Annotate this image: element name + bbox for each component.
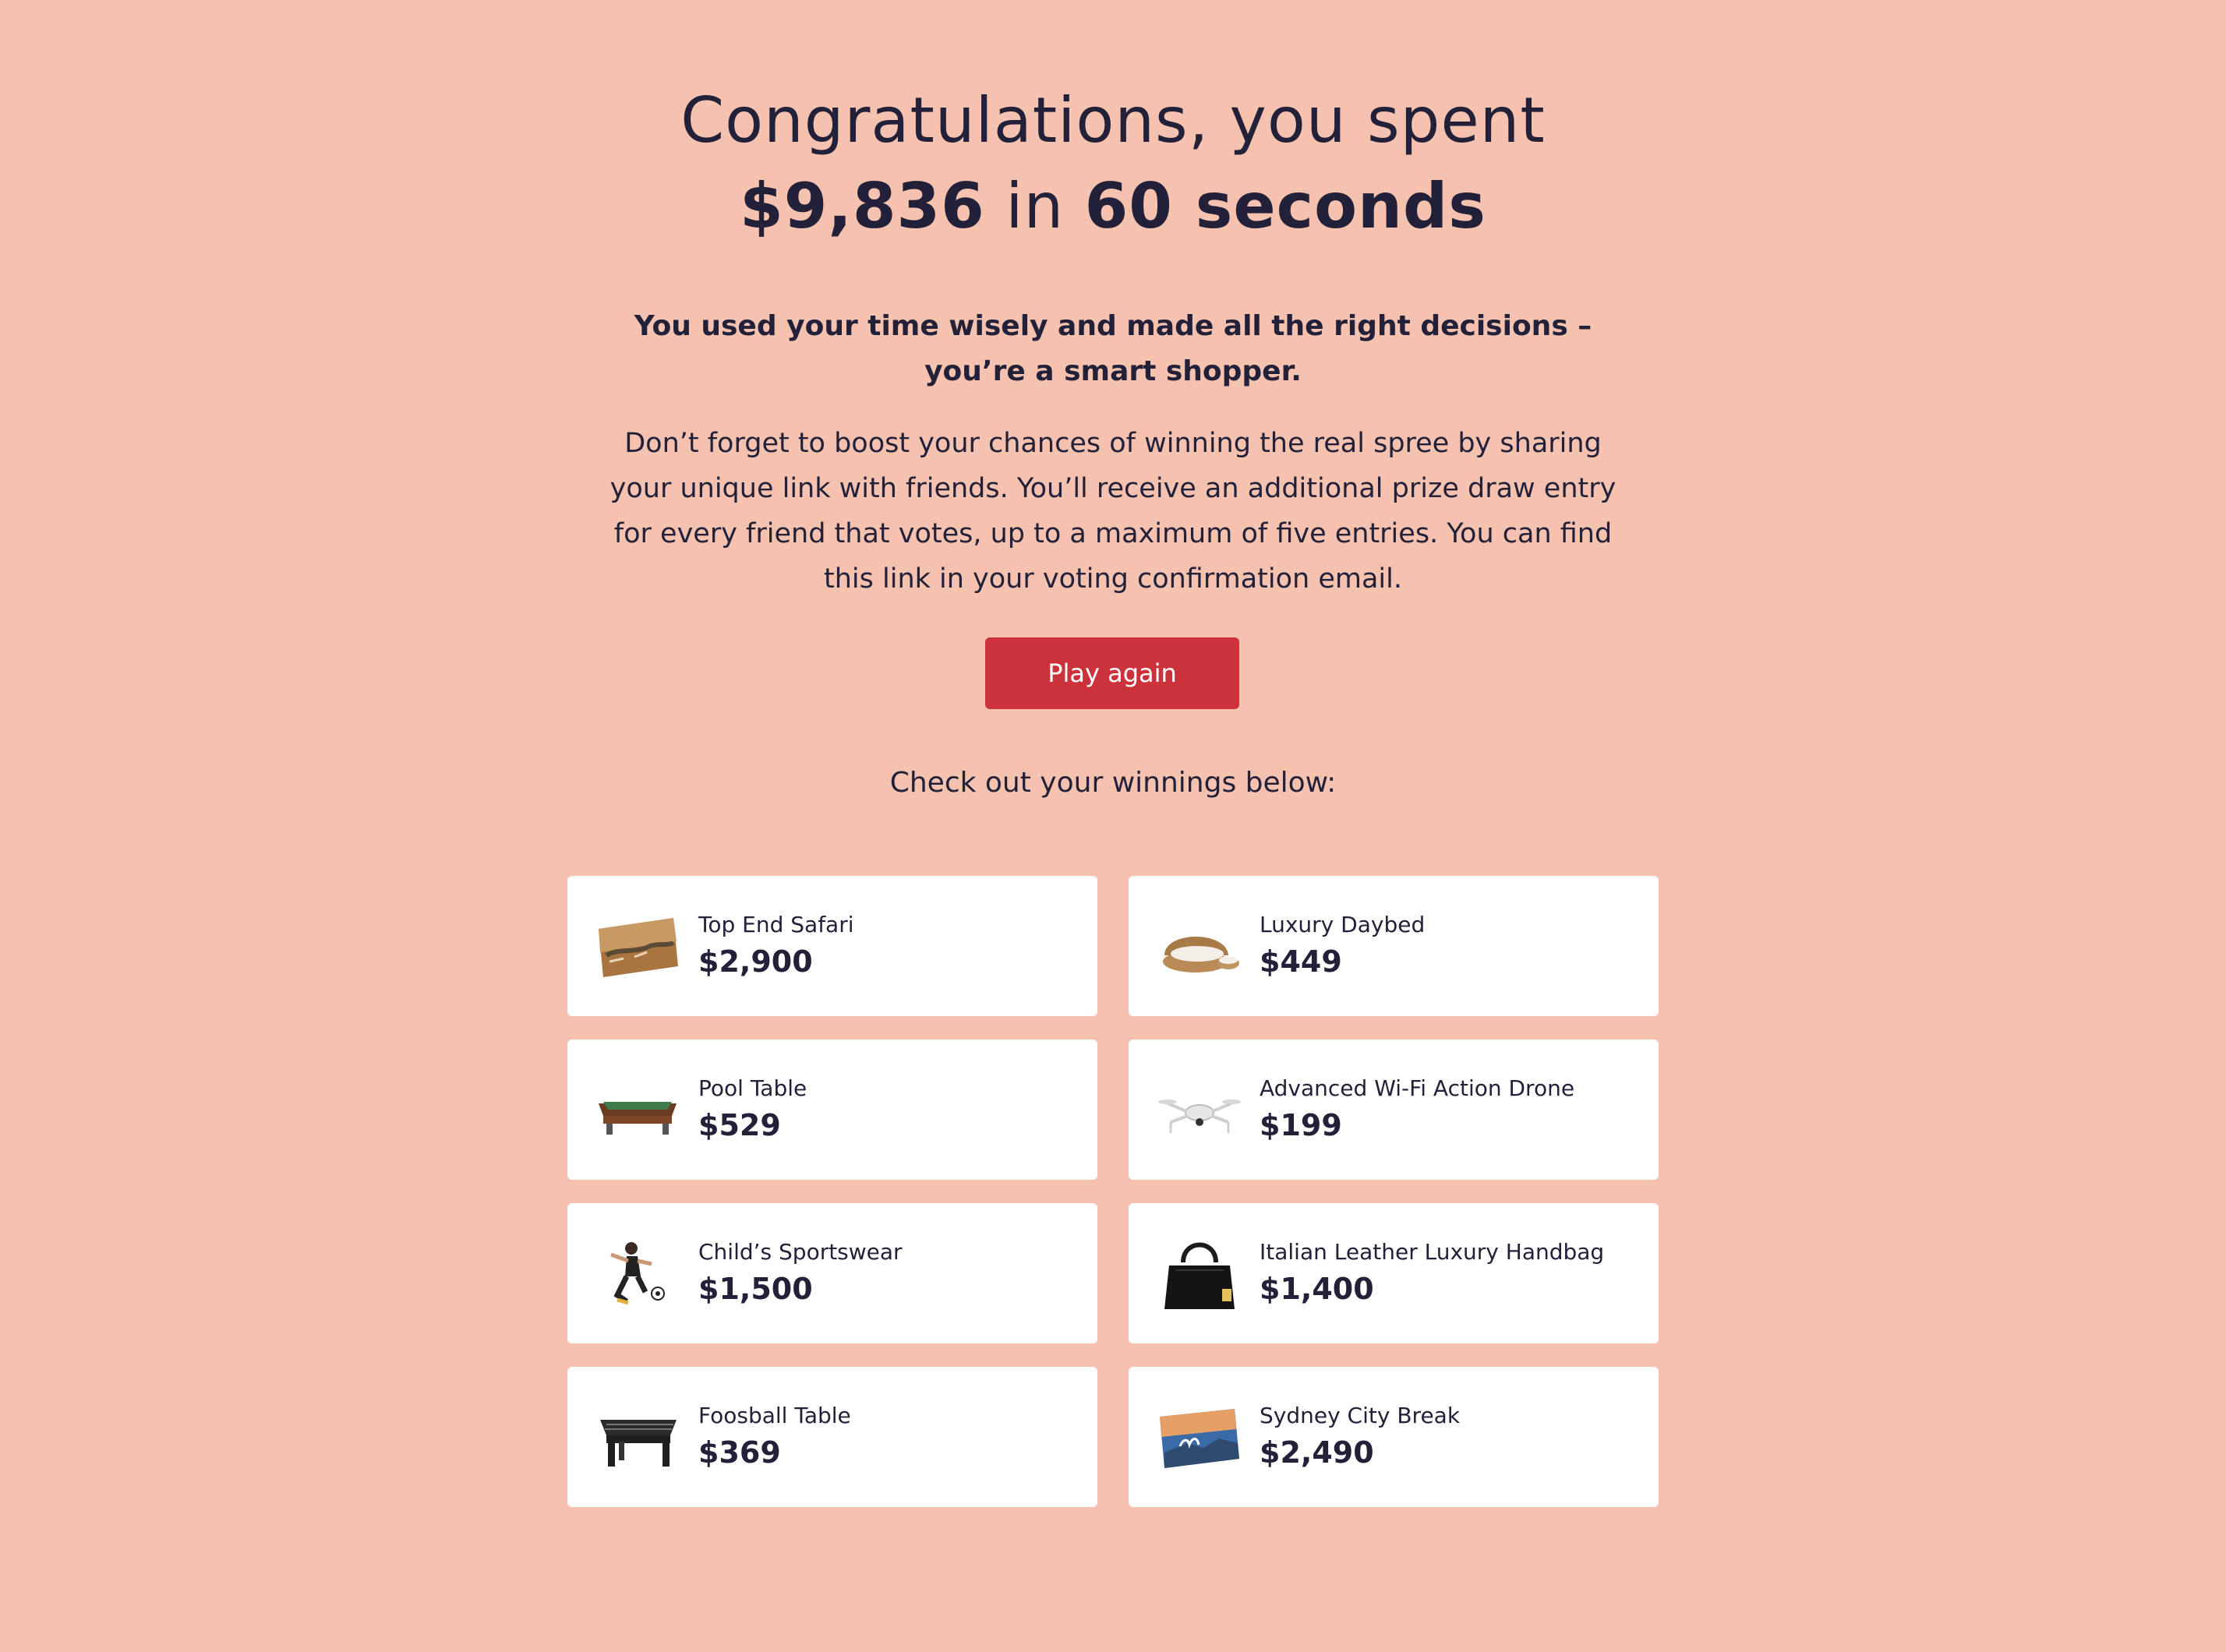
headline: Congratulations, you spent $9,836 in 60 … xyxy=(0,78,2226,249)
prize-name: Luxury Daybed xyxy=(1260,912,1426,937)
lead-text: You used your time wisely and made all t… xyxy=(634,310,1592,387)
body-text: Don’t forget to boost your chances of wi… xyxy=(610,428,1616,595)
pool-table-icon xyxy=(595,1071,681,1149)
safari-icon xyxy=(595,907,681,985)
sportswear-icon xyxy=(595,1234,681,1312)
prize-price: $199 xyxy=(1260,1108,1342,1142)
prize-card-top-end-safari: Top End Safari $2,900 xyxy=(567,876,1097,1016)
duration: 60 seconds xyxy=(1084,170,1486,242)
play-again-button[interactable]: Play again xyxy=(985,637,1239,709)
prize-name: Child’s Sportswear xyxy=(698,1239,903,1265)
prize-card-drone: Advanced Wi-Fi Action Drone $199 xyxy=(1129,1040,1659,1180)
sydney-icon xyxy=(1157,1398,1242,1476)
prize-name: Pool Table xyxy=(698,1075,807,1101)
handbag-icon xyxy=(1157,1234,1242,1312)
prize-price: $449 xyxy=(1260,944,1342,979)
prize-card-luxury-daybed: Luxury Daybed $449 xyxy=(1129,876,1659,1016)
foosball-table-icon xyxy=(595,1398,681,1476)
prize-price: $1,500 xyxy=(698,1272,813,1306)
daybed-icon xyxy=(1157,907,1242,985)
spent-amount: $9,836 xyxy=(740,170,985,242)
prize-price: $2,490 xyxy=(1260,1435,1374,1470)
drone-icon xyxy=(1157,1071,1242,1149)
prize-name: Italian Leather Luxury Handbag xyxy=(1260,1239,1605,1265)
prize-price: $529 xyxy=(698,1108,781,1142)
prize-card-foosball-table: Foosball Table $369 xyxy=(567,1367,1097,1507)
prize-name: Advanced Wi-Fi Action Drone xyxy=(1260,1075,1575,1101)
prize-name: Foosball Table xyxy=(698,1403,851,1428)
winnings-label: Check out your winnings below: xyxy=(889,767,1337,799)
prize-price: $2,900 xyxy=(698,944,813,979)
headline-line1: Congratulations, you spent xyxy=(680,84,1546,157)
prize-card-handbag: Italian Leather Luxury Handbag $1,400 xyxy=(1129,1203,1659,1343)
prize-card-pool-table: Pool Table $529 xyxy=(567,1040,1097,1180)
prize-card-sydney-city-break: Sydney City Break $2,490 xyxy=(1129,1367,1659,1507)
prize-price: $1,400 xyxy=(1260,1272,1374,1306)
results-page: Congratulations, you spent $9,836 in 60 … xyxy=(0,0,2226,1652)
headline-connector: in xyxy=(984,170,1085,242)
prize-card-childs-sportswear: Child’s Sportswear $1,500 xyxy=(567,1203,1097,1343)
prize-price: $369 xyxy=(698,1435,781,1470)
prize-name: Sydney City Break xyxy=(1260,1403,1461,1428)
prize-name: Top End Safari xyxy=(698,912,854,937)
